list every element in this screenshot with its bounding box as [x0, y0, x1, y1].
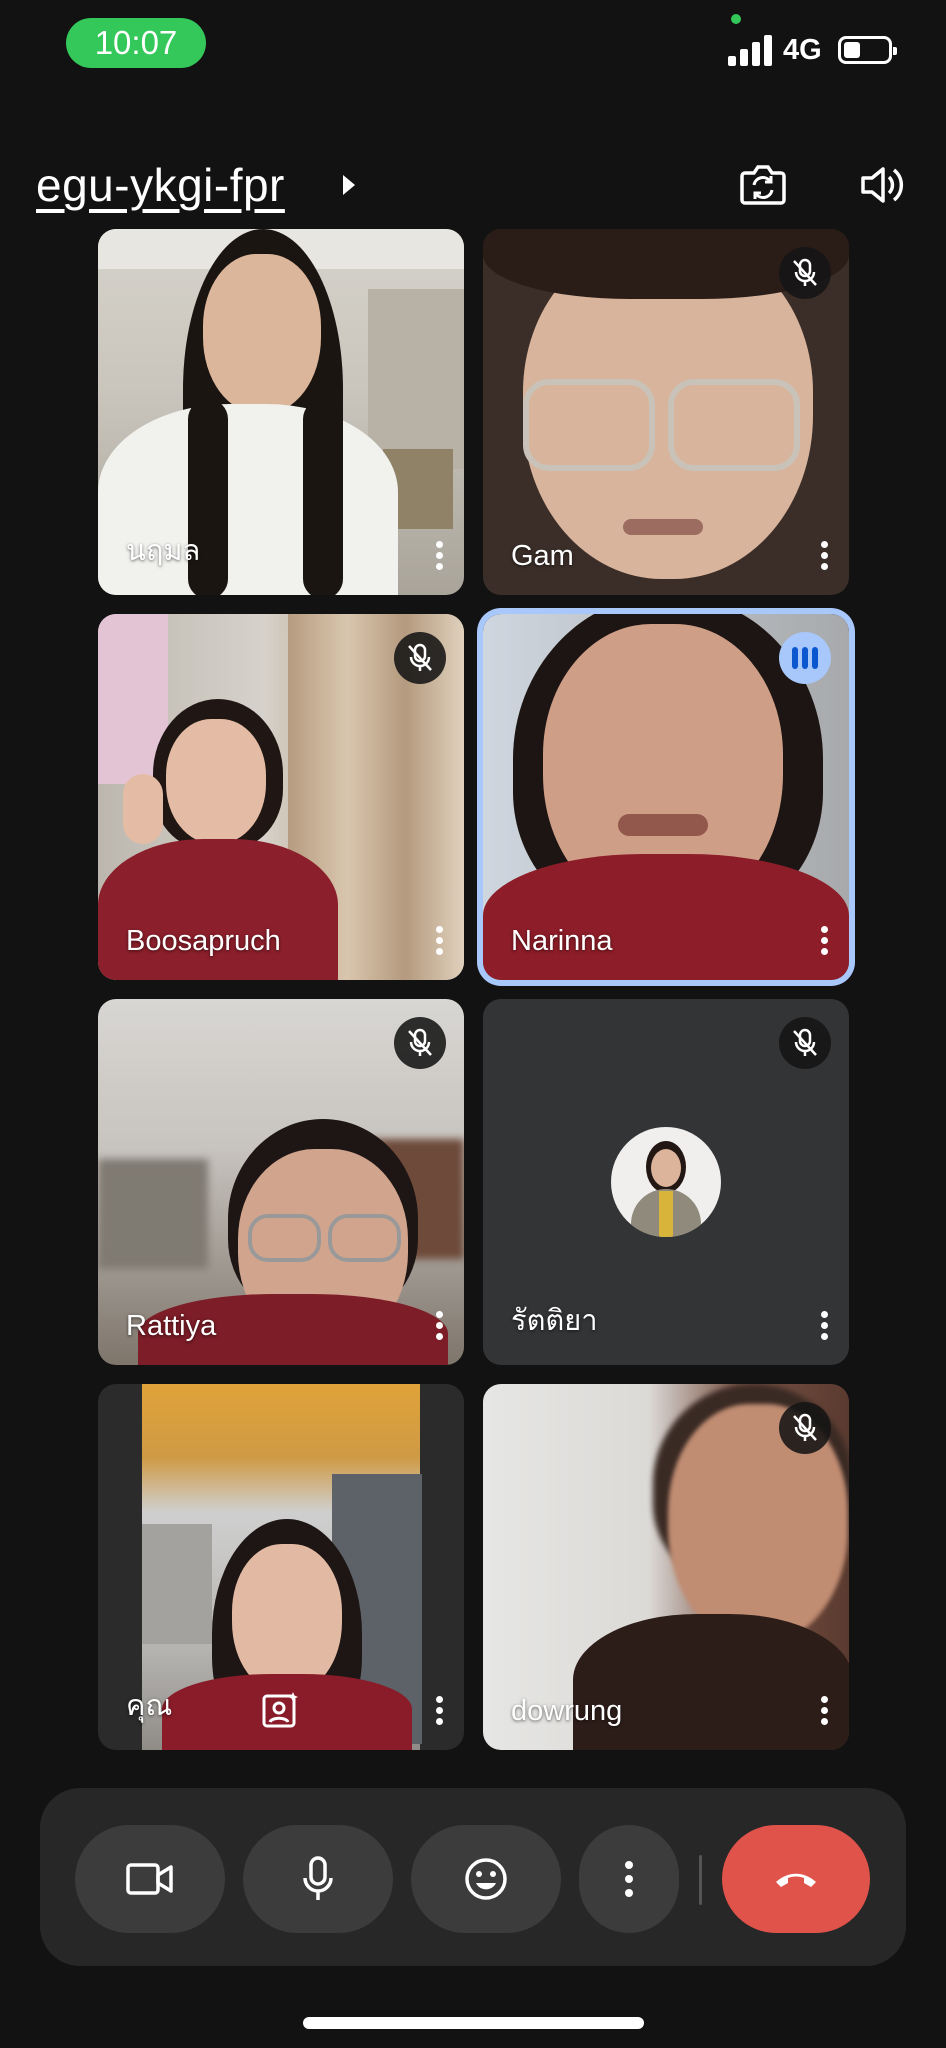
- participant-tile-self[interactable]: คุณ: [98, 1384, 464, 1750]
- reactions-button[interactable]: [411, 1825, 561, 1933]
- end-call-button[interactable]: [722, 1825, 870, 1933]
- status-time: 10:07: [66, 18, 206, 68]
- more-options-icon[interactable]: [819, 1307, 829, 1347]
- more-vertical-icon: [625, 1861, 633, 1897]
- mic-muted-badge: [394, 1017, 446, 1069]
- more-options-icon[interactable]: [434, 537, 444, 577]
- participant-tile-active-speaker[interactable]: Narinna: [483, 614, 849, 980]
- more-options-button[interactable]: [579, 1825, 679, 1933]
- participant-tile[interactable]: Boosapruch: [98, 614, 464, 980]
- network-type: 4G: [783, 34, 822, 66]
- mic-muted-badge: [779, 1017, 831, 1069]
- mic-off-icon: [408, 1028, 432, 1056]
- avatar: [611, 1127, 721, 1237]
- microphone-icon: [303, 1856, 333, 1900]
- camera-switch-icon: [740, 165, 786, 205]
- mic-off-icon: [793, 258, 817, 286]
- mic-off-icon: [408, 643, 432, 671]
- camera-toggle-button[interactable]: [75, 1825, 225, 1933]
- participant-tile[interactable]: Gam: [483, 229, 849, 595]
- mic-muted-badge: [779, 1402, 831, 1454]
- volume-icon: [861, 167, 904, 203]
- cellular-signal-icon: [728, 34, 772, 66]
- emoji-icon: [465, 1858, 507, 1900]
- hang-up-icon: [776, 1873, 816, 1887]
- participant-name: Narinna: [511, 925, 613, 957]
- participant-name: dowrung: [511, 1695, 623, 1727]
- portrait-effects-icon: [262, 1692, 298, 1728]
- participant-name: Gam: [511, 540, 574, 572]
- video-camera-icon: [126, 1863, 173, 1895]
- meeting-info-arrow-icon[interactable]: [343, 175, 355, 195]
- microphone-toggle-button[interactable]: [243, 1825, 393, 1933]
- home-indicator[interactable]: [303, 2017, 644, 2029]
- participant-tile[interactable]: dowrung: [483, 1384, 849, 1750]
- participant-tile[interactable]: รัตติยา: [483, 999, 849, 1365]
- privacy-indicator-dot: [731, 14, 741, 24]
- more-options-icon[interactable]: [819, 537, 829, 577]
- mic-off-icon: [793, 1028, 817, 1056]
- mic-off-icon: [793, 1413, 817, 1441]
- mic-muted-badge: [394, 632, 446, 684]
- visual-effects-button[interactable]: [260, 1690, 300, 1730]
- speaker-button[interactable]: [852, 155, 912, 215]
- controls-divider: [699, 1855, 702, 1905]
- mic-muted-badge: [779, 247, 831, 299]
- meeting-code[interactable]: egu-ykgi-fpr: [36, 158, 285, 212]
- more-options-icon[interactable]: [819, 1692, 829, 1732]
- participant-name: Boosapruch: [126, 925, 281, 957]
- participant-name: คุณ: [126, 1690, 173, 1722]
- participant-tile[interactable]: นฤมล: [98, 229, 464, 595]
- participant-name: Rattiya: [126, 1310, 217, 1342]
- more-options-icon[interactable]: [434, 1307, 444, 1347]
- more-options-icon[interactable]: [434, 1692, 444, 1732]
- participant-name: รัตติยา: [511, 1305, 598, 1337]
- camera-switch-button[interactable]: [733, 155, 793, 215]
- more-options-icon[interactable]: [434, 922, 444, 962]
- battery-icon: [838, 36, 897, 64]
- more-options-icon[interactable]: [819, 922, 829, 962]
- participant-name: นฤมล: [126, 535, 201, 567]
- participant-tile[interactable]: Rattiya: [98, 999, 464, 1365]
- call-controls-bar: [40, 1788, 906, 1966]
- speaking-indicator-icon: [779, 632, 831, 684]
